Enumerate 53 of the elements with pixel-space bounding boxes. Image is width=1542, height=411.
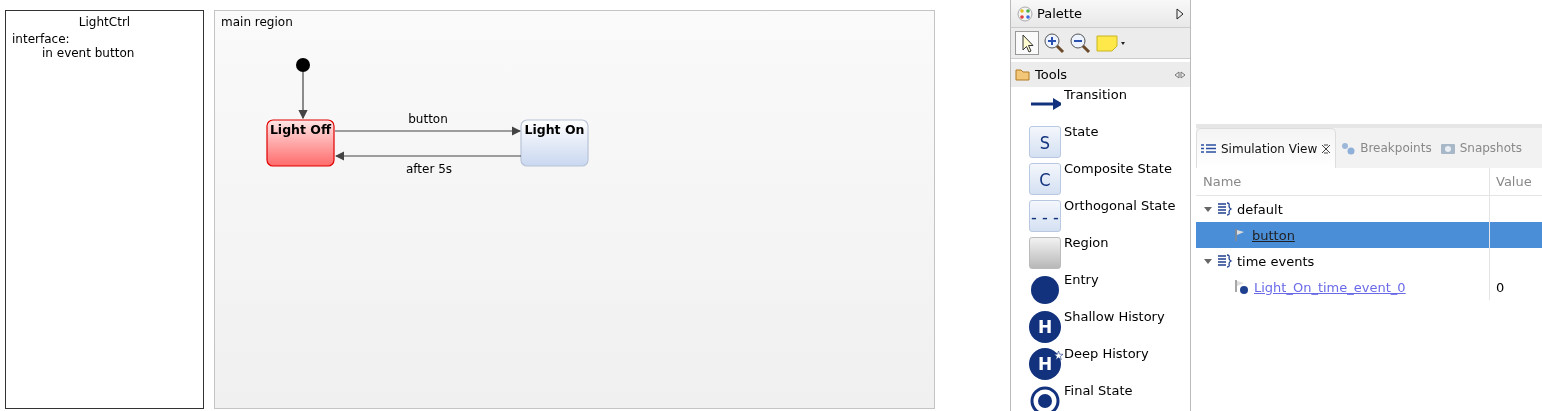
state-node[interactable]: Light On	[520, 119, 589, 167]
region-title: main region	[221, 15, 293, 29]
palette-tool[interactable]: S State	[1011, 124, 1190, 161]
palette-title: Palette	[1037, 6, 1084, 21]
event-link[interactable]: button	[1252, 227, 1295, 243]
event-link[interactable]: Light_On_time_event_0	[1254, 279, 1406, 295]
state-tool-icon: - - -	[1029, 200, 1061, 232]
camera-icon	[1439, 141, 1456, 155]
palette-tool[interactable]: Region	[1011, 235, 1190, 272]
transition-arrow	[298, 71, 308, 120]
palette-tool[interactable]: Entry	[1011, 272, 1190, 309]
spec-line: in event button	[41, 46, 136, 60]
palette-tool[interactable]: Final State	[1011, 383, 1190, 411]
table-icon	[1201, 143, 1217, 154]
zoom-in-icon[interactable]	[1043, 32, 1065, 54]
expand-toggle-icon[interactable]	[1203, 257, 1213, 265]
palette-tool[interactable]: - - - Orthogonal State	[1011, 198, 1190, 235]
select-pointer-icon[interactable]	[1015, 31, 1039, 55]
close-icon[interactable]	[1321, 143, 1332, 154]
tools-drawer-title: Tools	[1035, 67, 1069, 82]
palette-icon	[1017, 5, 1033, 22]
flag-clock-icon	[1234, 279, 1250, 295]
transition-label: after 5s	[405, 162, 453, 176]
palette-tool[interactable]: Transition	[1011, 87, 1190, 124]
spec-line: interface:	[12, 32, 71, 46]
state-node[interactable]: Light Off	[266, 119, 335, 167]
state-tool-icon: S	[1029, 126, 1061, 158]
state-tool-icon: C	[1029, 163, 1061, 195]
history-tool-icon: H	[1029, 348, 1061, 380]
zoom-out-icon[interactable]	[1069, 32, 1091, 54]
filled-circle-icon	[1029, 274, 1061, 306]
expand-toggle-icon[interactable]	[1203, 205, 1213, 213]
scope-icon	[1217, 254, 1233, 268]
pin-icon[interactable]	[1174, 70, 1186, 79]
folder-icon	[1015, 68, 1031, 81]
scope-icon	[1217, 202, 1233, 216]
column-header[interactable]: Value	[1490, 168, 1542, 195]
value-text: 0	[1496, 279, 1505, 295]
tree-row[interactable]: button	[1196, 222, 1542, 248]
transition-label: button	[408, 112, 448, 126]
region-tool-icon	[1029, 237, 1061, 269]
initial-state-dot	[296, 58, 310, 72]
column-header[interactable]: Name	[1196, 168, 1490, 195]
expand-arrow-icon[interactable]	[1176, 7, 1184, 20]
view-tab[interactable]: Simulation View	[1196, 128, 1337, 168]
palette-tool[interactable]: H Deep History	[1011, 346, 1190, 383]
palette-tool[interactable]: H Shallow History	[1011, 309, 1190, 346]
history-tool-icon: H	[1029, 311, 1061, 343]
tree-row[interactable]: time events	[1196, 248, 1542, 274]
statechart-name: LightCtrl	[77, 15, 132, 29]
dots-icon	[1340, 141, 1357, 155]
palette-tool[interactable]: C Composite State	[1011, 161, 1190, 198]
tree-row[interactable]: Light_On_time_event_0 0	[1196, 274, 1542, 300]
